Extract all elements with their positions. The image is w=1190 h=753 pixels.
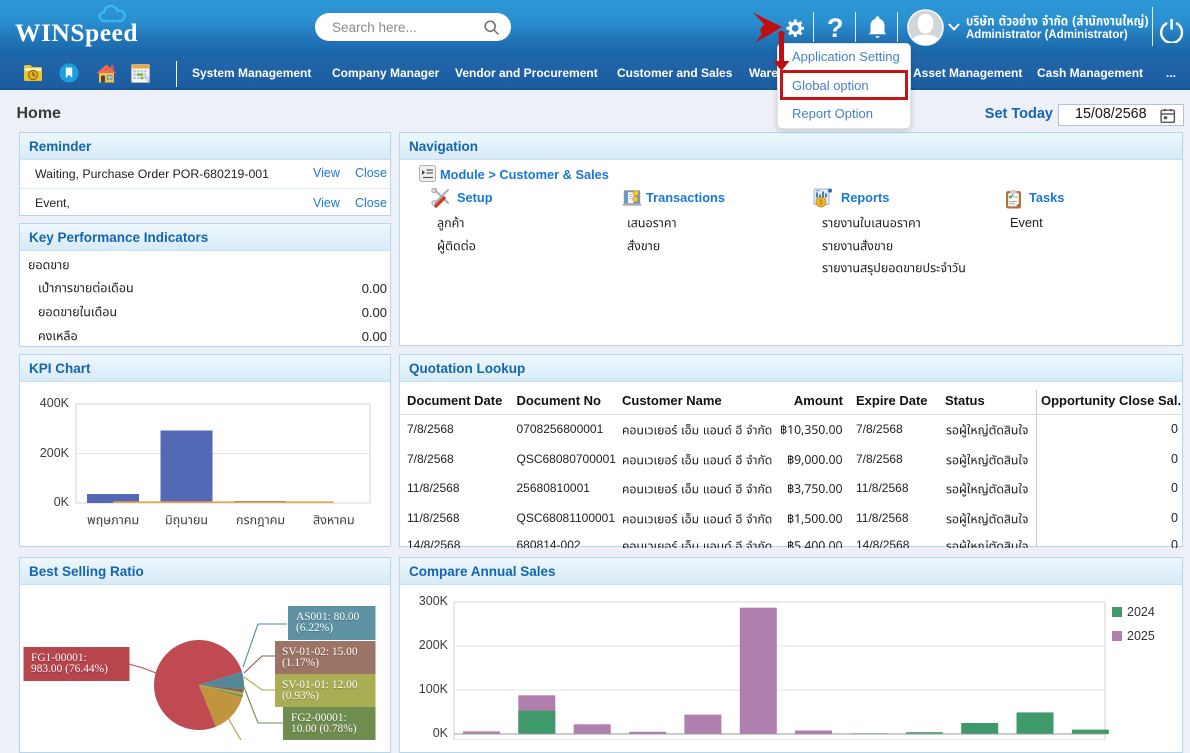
svg-text:$: $ bbox=[819, 199, 823, 206]
